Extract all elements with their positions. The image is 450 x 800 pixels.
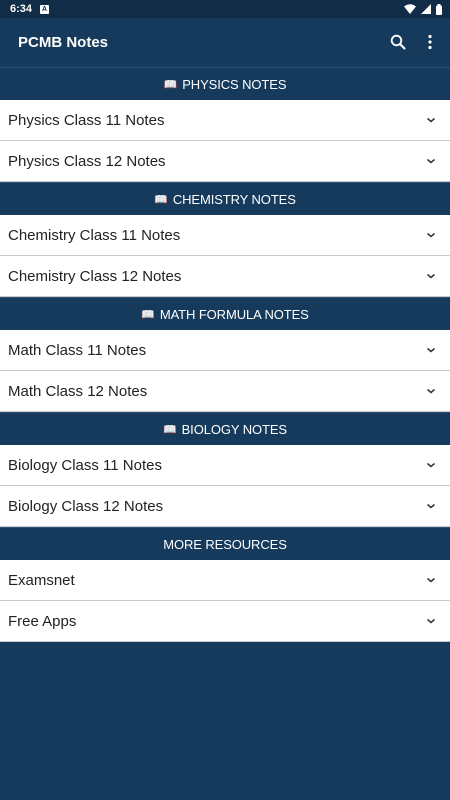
list-item-label: Biology Class 12 Notes [8, 497, 164, 515]
notes-list: 📖 PHYSICS NOTES Physics Class 11 Notes Phys… [0, 67, 450, 642]
app-actions [388, 32, 440, 52]
chevron-down-icon [427, 618, 435, 624]
chevron-down-icon [427, 462, 435, 468]
list-item-label: Physics Class 12 Notes [8, 152, 166, 170]
list-item-label: Free Apps [8, 612, 77, 630]
chevron-down-icon [427, 577, 435, 583]
status-bar: 6:34 A [0, 0, 450, 18]
section-title: BIOLOGY NOTES [181, 421, 287, 437]
app-bar: PCMB Notes [0, 18, 450, 66]
list-item[interactable]: Examsnet [0, 560, 450, 601]
section-title: MORE RESOURCES [163, 536, 287, 552]
list-item-label: Chemistry Class 12 Notes [8, 267, 182, 285]
list-item[interactable]: Chemistry Class 12 Notes [0, 256, 450, 297]
more-vert-icon [428, 34, 432, 50]
list-item-label: Physics Class 11 Notes [8, 111, 165, 129]
section-title: CHEMISTRY NOTES [172, 191, 296, 207]
book-icon: 📖 [141, 308, 155, 321]
list-item[interactable]: Physics Class 12 Notes [0, 141, 450, 182]
chevron-down-icon [427, 347, 435, 353]
chevron-down-icon [427, 117, 435, 123]
wifi-icon [404, 4, 416, 14]
list-item-label: Chemistry Class 11 Notes [8, 226, 181, 244]
search-icon [390, 34, 406, 50]
list-item[interactable]: Math Class 12 Notes [0, 371, 450, 412]
battery-icon [436, 3, 442, 15]
overflow-menu-button[interactable] [420, 32, 440, 52]
chevron-down-icon [427, 388, 435, 394]
list-item-label: Examsnet [8, 571, 75, 589]
book-icon: 📖 [154, 193, 168, 206]
chevron-down-icon [427, 158, 435, 164]
section-header: 📖 BIOLOGY NOTES [0, 412, 450, 445]
chevron-down-icon [427, 232, 435, 238]
status-time: 6:34 [10, 3, 33, 15]
list-item[interactable]: Math Class 11 Notes [0, 330, 450, 371]
notification-icon: A [40, 4, 50, 14]
list-item[interactable]: Chemistry Class 11 Notes [0, 215, 450, 256]
list-item-label: Biology Class 11 Notes [8, 456, 162, 474]
chevron-down-icon [427, 503, 435, 509]
signal-icon [421, 4, 431, 14]
app-title: PCMB Notes [18, 33, 109, 51]
list-item[interactable]: Free Apps [0, 601, 450, 642]
book-icon: 📖 [163, 423, 177, 436]
list-item[interactable]: Biology Class 11 Notes [0, 445, 450, 486]
list-item-label: Math Class 12 Notes [8, 382, 148, 400]
status-right [404, 3, 442, 15]
status-left: 6:34 A [10, 3, 50, 15]
section-header: MORE RESOURCES [0, 527, 450, 560]
section-title: PHYSICS NOTES [182, 76, 287, 92]
section-header: 📖 MATH FORMULA NOTES [0, 297, 450, 330]
chevron-down-icon [427, 273, 435, 279]
search-button[interactable] [388, 32, 408, 52]
list-item[interactable]: Physics Class 11 Notes [0, 100, 450, 141]
section-title: MATH FORMULA NOTES [159, 306, 309, 322]
section-header: 📖 CHEMISTRY NOTES [0, 182, 450, 215]
book-icon: 📖 [163, 78, 178, 91]
list-item-label: Math Class 11 Notes [8, 341, 147, 359]
section-header: 📖 PHYSICS NOTES [0, 67, 450, 100]
list-item[interactable]: Biology Class 12 Notes [0, 486, 450, 527]
